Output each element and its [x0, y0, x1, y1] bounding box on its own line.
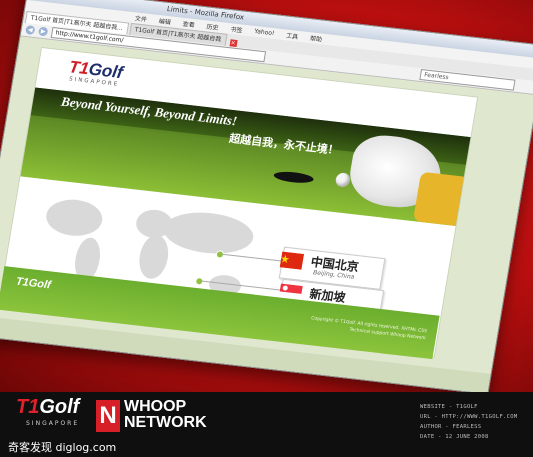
whoop-logo-icon: N	[96, 400, 120, 432]
whoop-logo-text: WHOOP NETWORK	[124, 399, 207, 431]
menu-yahoo[interactable]: Yahoo!	[254, 28, 275, 37]
close-tab-icon[interactable]: ×	[229, 39, 238, 47]
golf-hole	[272, 170, 315, 185]
menu-tools[interactable]: 工具	[285, 31, 298, 41]
menu-history[interactable]: 历史	[206, 22, 219, 32]
golf-ball	[334, 172, 351, 188]
forward-icon[interactable]: ▶	[37, 26, 49, 37]
menu-bookmarks[interactable]: 书签	[230, 24, 243, 34]
menu-edit[interactable]: 编辑	[158, 16, 171, 26]
watermark: 奇客发现 diglog.com	[8, 441, 117, 454]
footer-copyright: Copyright © T1Golf. All rights reserved.…	[309, 315, 428, 342]
menu-file[interactable]: 文件	[134, 13, 147, 23]
whoop-line-1: WHOOP	[124, 398, 187, 415]
sleeve-image	[412, 171, 471, 226]
bottom-credits-bar: T1Golf SINGAPORE N WHOOP NETWORK WEBSITE…	[0, 392, 533, 457]
credit-author: AUTHOR - FEARLESS	[420, 424, 482, 430]
credit-website: WEBSITE - T1GOLF	[420, 404, 478, 410]
menu-view[interactable]: 查看	[182, 19, 195, 29]
china-flag-icon	[279, 251, 305, 270]
page-area: T1Golf SINGAPORE Beyond Yourself, Beyond…	[0, 36, 533, 394]
t1golf-logo: T1Golf	[16, 396, 80, 418]
t1golf-logo-sub: SINGAPORE	[26, 420, 80, 427]
back-icon[interactable]: ◀	[25, 25, 36, 35]
browser-window: Limits - Mozilla Firefox 文件 编辑 查看 历史 书签 …	[0, 0, 533, 395]
footer-logo: T1Golf	[15, 275, 52, 292]
menu-help[interactable]: 帮助	[309, 33, 322, 43]
credits-text: WEBSITE - T1GOLF URL - HTTP://WWW.T1GOLF…	[420, 402, 518, 442]
browser-screenshot: Limits - Mozilla Firefox 文件 编辑 查看 历史 书签 …	[0, 0, 533, 406]
whoop-line-2: NETWORK	[124, 414, 207, 431]
credit-date: DATE - 12 JUNE 2008	[420, 434, 489, 440]
credit-url: URL - HTTP://WWW.T1GOLF.COM	[420, 414, 518, 420]
